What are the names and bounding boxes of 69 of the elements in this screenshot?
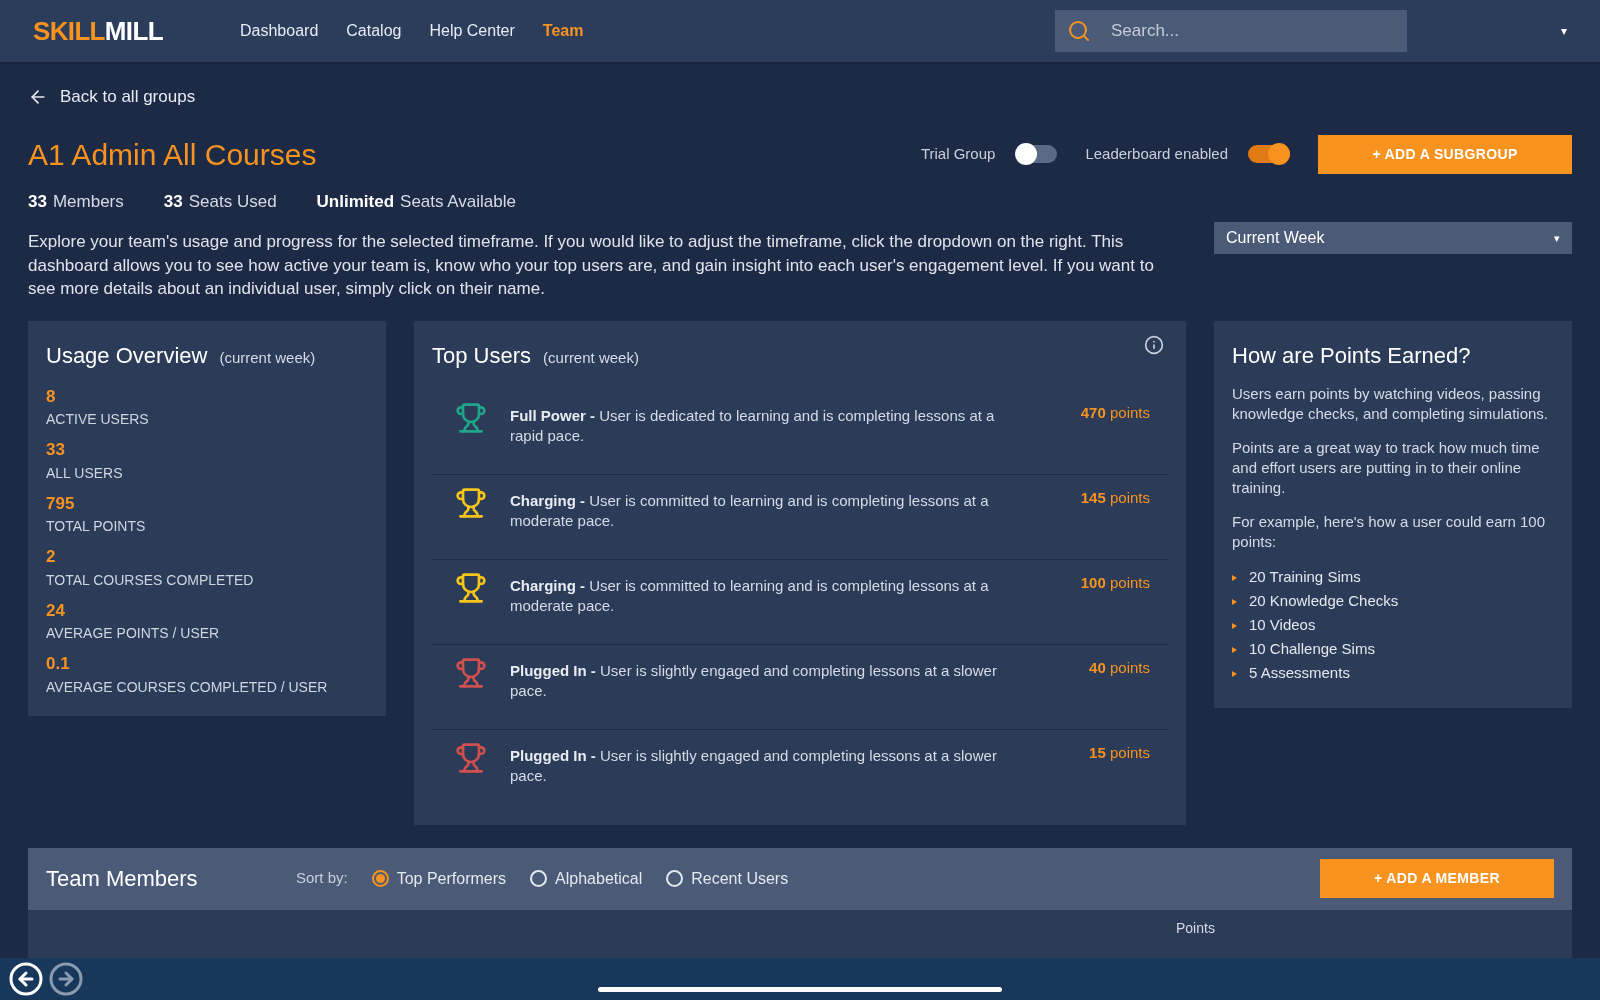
user-level-text: Charging - User is committed to learning and is completing lessons at a moderate pace. <box>510 490 990 531</box>
bullet-text: 10 Videos <box>1249 615 1316 636</box>
toggle-label: Leaderboard enabled <box>1085 143 1228 164</box>
metric-value: 24 <box>46 599 66 622</box>
user-level-text: Full Power - User is dedicated to learning and is completing lessons at a rapid pace. <box>510 405 996 446</box>
toggle-label: Trial Group <box>920 143 996 164</box>
stat-label: Seats Available <box>400 190 516 213</box>
metric-label: TOTAL COURSES COMPLETED <box>46 570 255 590</box>
user-points: 470 points <box>1080 402 1150 423</box>
info-paragraph: Points are a great way to track how much time and effort users are putting in to their online training. <box>1232 437 1541 498</box>
bullet-text: 20 Training Sims <box>1249 567 1361 588</box>
bullet-icon <box>1232 574 1237 581</box>
nav-link[interactable]: Team <box>542 19 584 43</box>
user-level-text: Plugged In - User is slightly engaged and completing lessons at a slower pace. <box>510 745 998 786</box>
toggle-switch[interactable] <box>1248 145 1290 163</box>
metric-label: AVERAGE COURSES COMPLETED / USER <box>46 677 329 697</box>
metric-label: TOTAL POINTS <box>46 517 147 536</box>
sort-radio[interactable]: Alphabetical <box>530 866 643 891</box>
description-text: Explore your team's usage and progress for the selected timeframe. If you would like to adjust the timeframe, click the dropdown on the right. This dashboard allows you to see how active your team is, know who your top users are, and gain insight into each user's engagement level. If you want to see more details about an individual user, simply click on their name. <box>28 231 1155 300</box>
logo[interactable]: SKILLMILL <box>33 11 240 51</box>
card-subtitle: (current week) <box>543 347 639 368</box>
metric-label: AVERAGE POINTS / USER <box>46 624 221 643</box>
user-level-text: Charging - User is committed to learning and is completing lessons at a moderate pace. <box>510 575 990 616</box>
bullet-icon <box>1232 646 1237 653</box>
sort-radio[interactable]: Top Performers <box>371 866 507 891</box>
bullet-text: 10 Challenge Sims <box>1249 639 1375 660</box>
info-paragraph: Users earn points by watching videos, passing knowledge checks, and completing simulations. <box>1232 383 1549 424</box>
group-title: A1 Admin All Courses <box>28 136 317 173</box>
back-link[interactable]: Back to all groups <box>28 84 196 110</box>
info-icon <box>1144 334 1164 355</box>
info-paragraph: For example, here's how a user could earn 100 points: <box>1232 511 1547 552</box>
bullet-text: 5 Assessments <box>1249 663 1350 684</box>
user-points: 15 points <box>1089 742 1150 763</box>
metric-value: 2 <box>46 546 57 568</box>
toggle-switch[interactable] <box>1015 145 1058 163</box>
card-subtitle: (current week) <box>219 347 316 368</box>
column-header: Points <box>1176 918 1215 938</box>
nav-link[interactable]: Catalog <box>346 19 402 43</box>
user-level-text: Plugged In - User is slightly engaged and completing lessons at a slower pace. <box>510 660 998 701</box>
bullet-icon <box>1232 670 1237 677</box>
nav-link[interactable]: Dashboard <box>240 19 319 43</box>
metric-value: 795 <box>46 492 76 515</box>
user-points: 40 points <box>1089 657 1150 678</box>
stat-value: Unlimited <box>316 190 395 213</box>
panel-title: Team Members <box>46 865 199 893</box>
sort-radio[interactable]: Recent Users <box>666 866 789 891</box>
metric-label: ALL USERS <box>46 463 124 483</box>
metric-value: 33 <box>46 439 66 461</box>
bullet-text: 20 Knowledge Checks <box>1249 591 1399 612</box>
search-field[interactable]: Search... <box>1055 10 1407 52</box>
metric-value: 8 <box>46 385 57 408</box>
bullet-icon <box>1232 622 1237 629</box>
card-title: How are Points Earned? <box>1232 341 1472 370</box>
sort-label: Sort by: <box>296 868 348 889</box>
stat-label: Members <box>52 190 124 213</box>
metric-label: ACTIVE USERS <box>46 410 150 429</box>
stat-value: 33 <box>163 190 183 213</box>
timeframe-dropdown[interactable]: Current Week ▾ <box>1214 222 1572 254</box>
nav-link[interactable]: Help Center <box>429 19 515 43</box>
metric-value: 0.1 <box>46 653 71 675</box>
user-points: 145 points <box>1080 487 1150 508</box>
menu-caret[interactable]: ▾ <box>1561 22 1567 40</box>
stat-label: Seats Used <box>188 190 277 213</box>
card-title: Top Users <box>432 341 532 370</box>
search-icon <box>1067 19 1091 43</box>
card-title: Usage Overview <box>46 341 208 370</box>
stat-value: 33 <box>28 190 47 213</box>
user-points: 100 points <box>1080 572 1150 593</box>
bullet-icon <box>1232 598 1237 605</box>
